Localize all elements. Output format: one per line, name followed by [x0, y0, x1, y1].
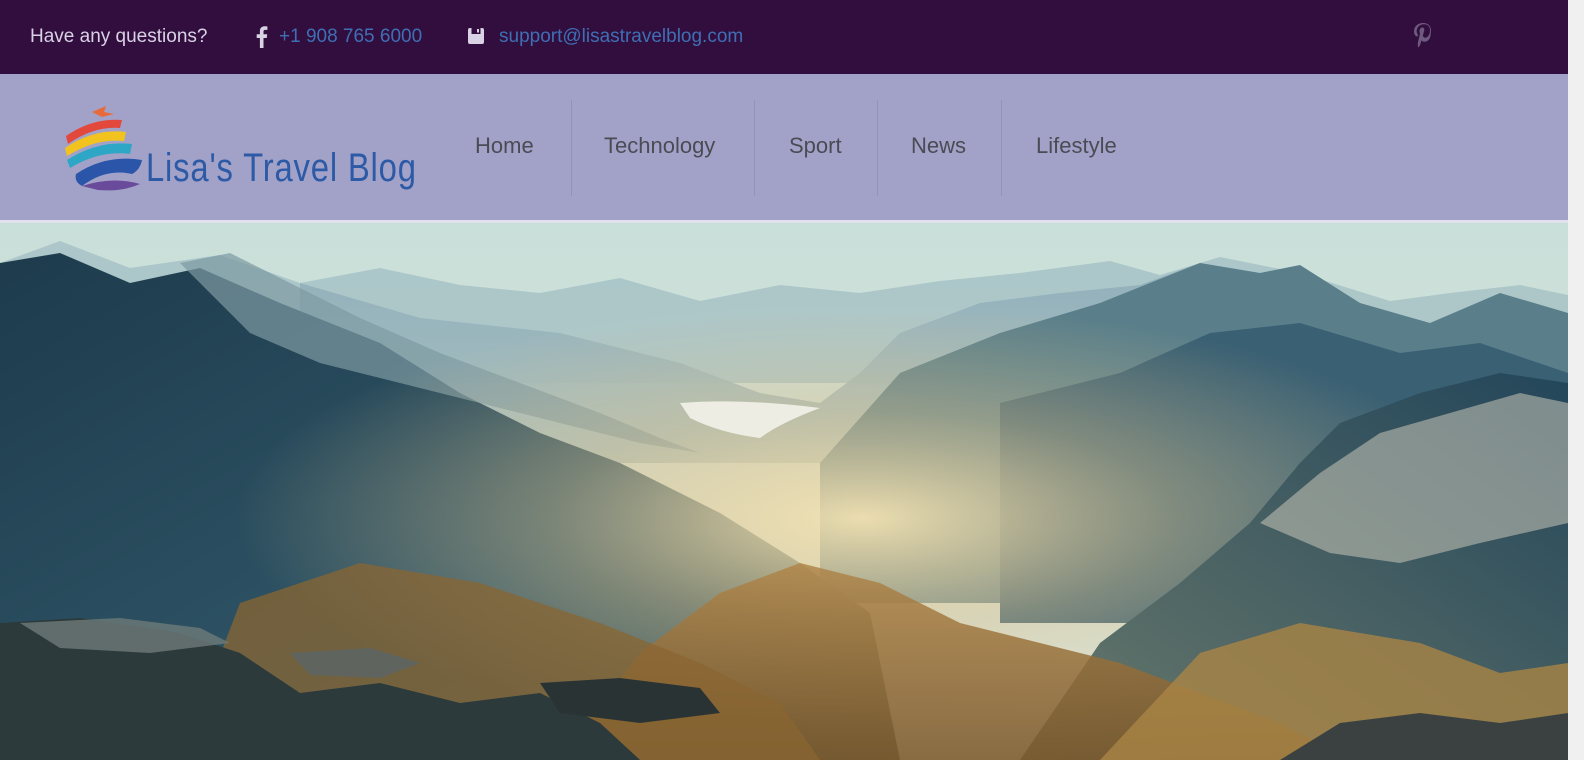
questions-label: Have any questions?: [30, 26, 208, 47]
top-contact-bar: Have any questions? +1 908 765 6000 supp…: [0, 0, 1568, 74]
phone-link[interactable]: +1 908 765 6000: [279, 26, 422, 48]
logo-text: Lisa's Travel Blog: [146, 146, 417, 190]
nav-item-home[interactable]: Home: [475, 133, 534, 159]
site-header: Lisa's Travel Blog Home Technology Sport…: [0, 74, 1568, 220]
nav-divider: [1001, 100, 1002, 196]
nav-divider: [571, 100, 572, 196]
nav-item-news[interactable]: News: [911, 133, 966, 159]
nav-divider: [877, 100, 878, 196]
nav-divider: [754, 100, 755, 196]
site-logo[interactable]: Lisa's Travel Blog: [62, 104, 416, 194]
hero-image: [0, 223, 1568, 760]
nav-item-technology[interactable]: Technology: [604, 133, 715, 159]
email-link[interactable]: support@lisastravelblog.com: [499, 26, 743, 48]
nav-item-sport[interactable]: Sport: [789, 133, 842, 159]
email-icon: [468, 28, 484, 44]
pinterest-icon[interactable]: [1410, 21, 1436, 49]
scrollbar[interactable]: [1568, 0, 1584, 760]
nav-item-lifestyle[interactable]: Lifestyle: [1036, 133, 1117, 159]
facebook-icon[interactable]: [253, 26, 269, 48]
logo-globe-icon: [65, 106, 142, 191]
